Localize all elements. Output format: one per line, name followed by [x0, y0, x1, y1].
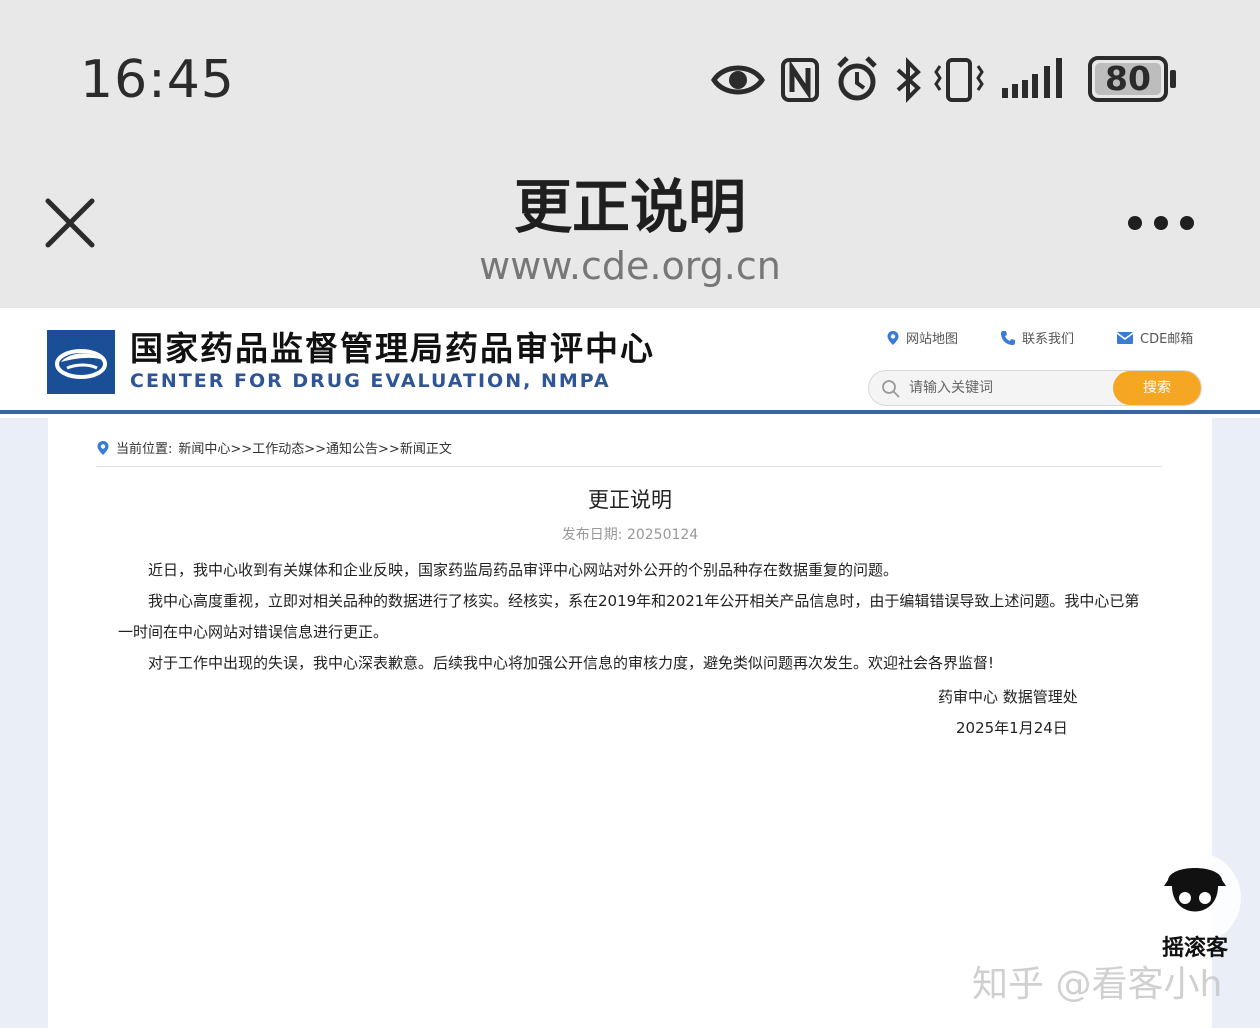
contact-label: 联系我们 [1022, 332, 1075, 347]
breadcrumb-label: 当前位置: [116, 442, 173, 457]
battery-level: 80 [1105, 59, 1151, 98]
mail-link[interactable]: CDE邮箱 [1116, 328, 1193, 347]
article-sign-date: 2025年1月24日 [956, 719, 1068, 737]
breadcrumb-separator: >> [378, 442, 400, 457]
logo-emblem-icon [55, 349, 107, 379]
breadcrumb-separator: >> [304, 442, 327, 457]
article-title: 更正说明 [588, 488, 672, 512]
article-signature: 药审中心 数据管理处 [938, 688, 1078, 706]
more-menu-button[interactable] [1128, 212, 1194, 234]
more-dot-icon [1154, 216, 1168, 230]
more-dot-icon [1128, 216, 1142, 230]
breadcrumb-item-current: 新闻正文 [399, 442, 452, 457]
site-logo[interactable] [47, 330, 115, 394]
breadcrumb-item-work-updates[interactable]: 工作动态 [252, 442, 304, 457]
phone-icon [1001, 330, 1015, 345]
search-box: 搜索 [868, 370, 1202, 406]
battery-icon: 80 [1088, 56, 1178, 102]
search-button[interactable]: 搜索 [1113, 371, 1201, 405]
site-name-cn: 国家药品监督管理局药品审评中心 [130, 329, 655, 368]
article-container: 当前位置: 新闻中心>>工作动态>>通知公告>>新闻正文 更正说明 发布日期: … [48, 418, 1212, 1028]
publish-date: 发布日期: 20250124 [561, 527, 699, 543]
sitemap-link[interactable]: 网站地图 [886, 328, 958, 347]
status-time: 16:45 [80, 50, 235, 110]
left-margin [0, 418, 48, 1028]
more-dot-icon [1180, 216, 1194, 230]
eye-icon [711, 65, 765, 95]
sitemap-label: 网站地图 [906, 332, 959, 347]
site-header: 国家药品监督管理局药品审评中心 CENTER FOR DRUG EVALUATI… [0, 308, 1260, 414]
search-input[interactable] [909, 371, 1109, 405]
article-paragraph-1: 近日，我中心收到有关媒体和企业反映，国家药监局药品审评中心网站对外公开的个别品种… [148, 561, 899, 579]
article-paragraph-3: 对于工作中出现的失误，我中心深表歉意。后续我中心将加强公开信息的审核力度，避免类… [148, 654, 995, 672]
article-paragraph-2: 我中心高度重视，立即对相关品种的数据进行了核实。经核实，系在2019年和2021… [118, 592, 1140, 641]
breadcrumb-item-notices[interactable]: 通知公告 [326, 442, 378, 457]
breadcrumb-item-news-center[interactable]: 新闻中心 [178, 442, 230, 457]
location-pin-icon [97, 440, 109, 455]
browser-page-title: 更正说明 [513, 173, 746, 241]
bluetooth-icon [896, 57, 921, 103]
vibrate-icon [934, 58, 984, 102]
alarm-icon [837, 56, 877, 101]
status-bar: 16:45 80 [0, 0, 1260, 150]
mail-icon [1116, 331, 1134, 344]
mail-label: CDE邮箱 [1140, 332, 1194, 347]
watermark-text: 知乎 @看客小h [972, 964, 1223, 1005]
breadcrumb: 当前位置: 新闻中心>>工作动态>>通知公告>>新闻正文 [96, 438, 452, 457]
web-page: 国家药品监督管理局药品审评中心 CENTER FOR DRUG EVALUATI… [0, 308, 1260, 1028]
watermark-badge: 摇滚客 [1140, 850, 1250, 970]
signal-icon [1002, 58, 1062, 98]
browser-url: www.cde.org.cn [479, 244, 781, 288]
breadcrumb-separator: >> [230, 442, 253, 457]
nfc-icon [781, 58, 819, 102]
contact-link[interactable]: 联系我们 [1000, 328, 1074, 347]
location-pin-icon [887, 330, 899, 345]
site-name-en: CENTER FOR DRUG EVALUATION, NMPA [130, 370, 611, 392]
breadcrumb-divider [96, 466, 1162, 467]
search-icon [881, 379, 901, 399]
